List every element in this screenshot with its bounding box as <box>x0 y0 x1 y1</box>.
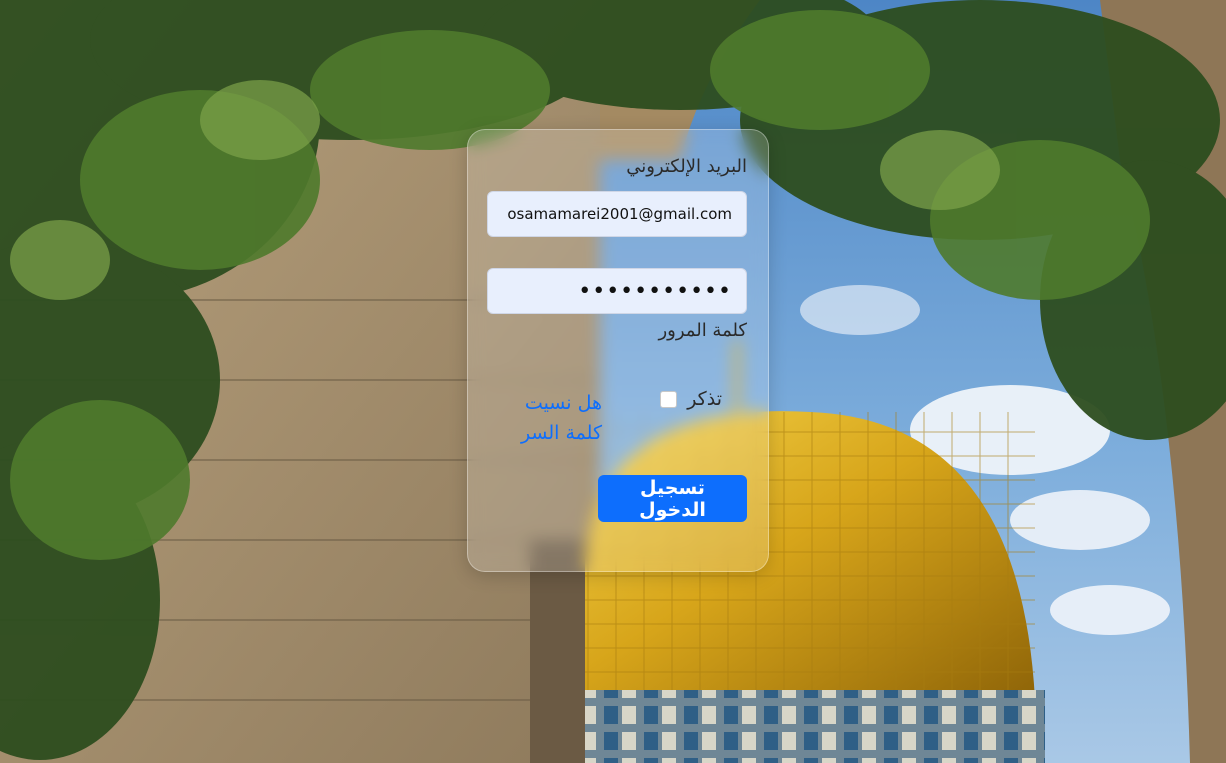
password-field[interactable] <box>487 268 747 314</box>
login-button[interactable]: تسجيل الدخول <box>598 475 747 522</box>
login-form: البريد الإلكتروني كلمة المرور تذكر هل نس… <box>467 129 769 572</box>
email-label: البريد الإلكتروني <box>626 156 747 177</box>
remember-me[interactable]: تذكر <box>660 388 722 410</box>
remember-label: تذكر <box>687 388 722 410</box>
password-label: كلمة المرور <box>658 320 747 341</box>
login-page: البريد الإلكتروني كلمة المرور تذكر هل نس… <box>0 0 1226 763</box>
email-field[interactable] <box>487 191 747 237</box>
forgot-password-link[interactable]: هل نسيت كلمة السر <box>512 388 602 448</box>
remember-checkbox[interactable] <box>660 390 678 408</box>
